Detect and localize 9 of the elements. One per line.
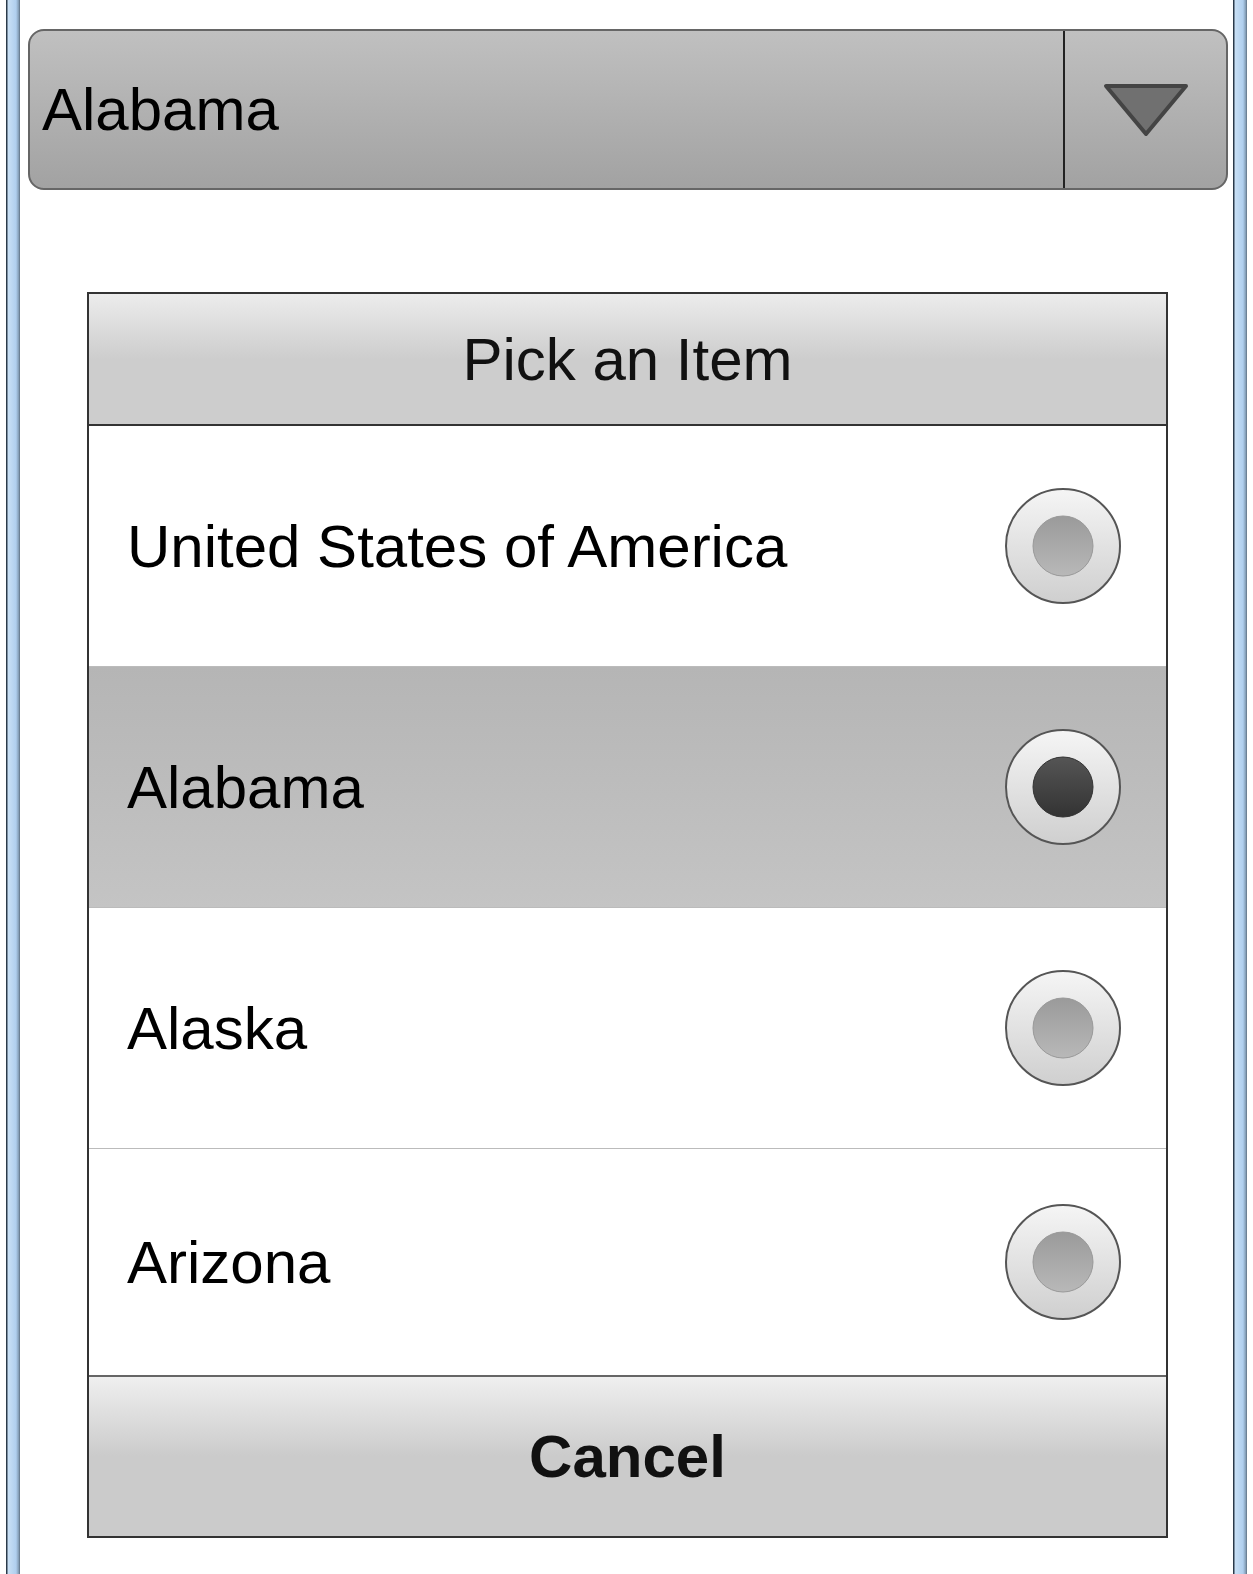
radio-button[interactable] [1004,1203,1122,1321]
list-item[interactable]: Alabama [89,667,1166,908]
cancel-button[interactable]: Cancel [89,1375,1166,1536]
radio-button[interactable] [1004,487,1122,605]
dialog-title: Pick an Item [89,294,1166,426]
radio-button[interactable] [1004,969,1122,1087]
dropdown-value: Alabama [41,75,280,144]
dropdown[interactable]: Alabama [28,29,1228,190]
radio-button[interactable] [1004,728,1122,846]
